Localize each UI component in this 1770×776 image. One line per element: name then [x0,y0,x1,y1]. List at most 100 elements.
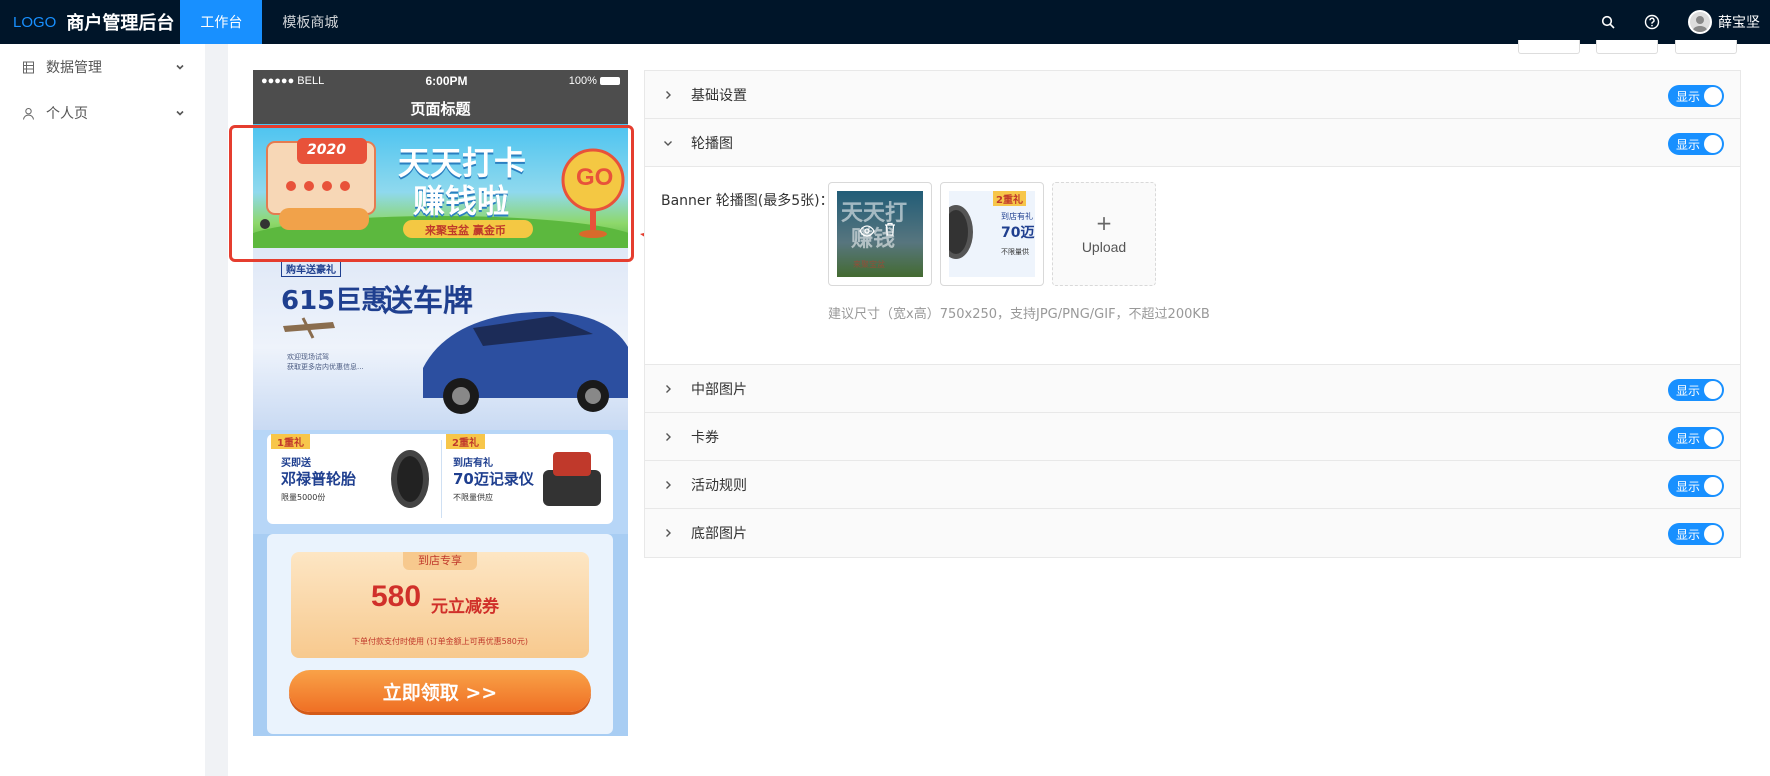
tire-icon [949,205,973,259]
section-title: 活动规则 [691,477,747,494]
show-toggle[interactable]: 显示 [1668,133,1724,155]
banner-highlight-frame [229,125,634,262]
logo: LOGO [13,13,57,31]
section-bottom-image[interactable]: 底部图片 显示 [645,509,1740,557]
sidebar-item-label: 个人页 [46,106,88,122]
toggle-label: 显示 [1676,383,1701,398]
section-middle-image[interactable]: 中部图片 显示 [645,365,1740,413]
thumb-badge: 2重礼 [993,191,1026,206]
toggle-label: 显示 [1676,89,1701,104]
tab-template-store[interactable]: 模板商城 [262,0,358,44]
coupon-tag: 到店专享 [403,552,477,570]
claim-coupon-button[interactable]: 立即领取 >> [289,670,591,712]
banner-field-label: Banner 轮播图(最多5张)： [661,193,834,209]
thumb-text: 不限量供 [1001,248,1029,256]
show-toggle[interactable]: 显示 [1668,85,1724,107]
car-banner-note2: 获取更多店内优惠信息... [287,363,364,371]
delete-icon[interactable] [884,221,896,240]
chevron-down-icon [661,138,675,148]
phone-page-title: 页面标题 [253,92,628,124]
car-banner-tag: 购车送豪礼 [281,260,341,277]
show-toggle[interactable]: 显示 [1668,523,1724,545]
table-icon [22,60,36,74]
chevron-right-icon [661,528,675,538]
toggle-knob [1704,87,1722,105]
gift-line1: 到店有礼 [453,458,493,469]
coupon-note: 下单付款支付时使用 (订单金额上可再优惠580元) [351,637,529,646]
chevron-down-icon [175,106,185,122]
search-icon[interactable] [1598,12,1618,32]
gift-section: 1重礼 买即送 邓禄普轮胎 限量5000份 2重礼 到店有礼 70迈记录仪 不限… [253,430,628,534]
app-title: 商户管理后台 [66,13,175,34]
username[interactable]: 薛宝坚 [1718,12,1760,32]
show-toggle[interactable]: 显示 [1668,475,1724,497]
carousel-settings-body: Banner 轮播图(最多5张)： 天天打 赚钱 来聚宝盆 2重礼 到店有礼 7… [645,167,1740,365]
toolbar-button[interactable] [1518,40,1580,54]
toolbar-button[interactable] [1675,40,1737,54]
tab-workbench-label: 工作台 [200,15,243,31]
section-title: 基础设置 [691,87,747,104]
sidebar-item-label: 数据管理 [46,60,102,76]
toggle-knob [1704,381,1722,399]
status-time: 6:00PM [425,74,468,88]
show-toggle[interactable]: 显示 [1668,427,1724,449]
chevron-right-icon [661,384,675,394]
show-toggle[interactable]: 显示 [1668,379,1724,401]
gift-badge: 2重礼 [446,434,485,449]
battery-icon [599,77,620,86]
banner-thumbnail[interactable]: 2重礼 到店有礼 70迈 不限量供 [940,182,1044,286]
car-banner-note1: 欢迎现场试驾 [287,353,329,361]
help-icon[interactable] [1642,12,1662,32]
upload-hint: 建议尺寸（宽x高）750x250，支持JPG/PNG/GIF，不超过200KB [828,307,1210,322]
gift-line1: 买即送 [281,458,311,469]
gift-line3: 限量5000份 [281,493,326,502]
toolbar-button[interactable] [1596,40,1658,54]
thumbnail-image: 天天打 赚钱 来聚宝盆 [837,191,923,277]
toggle-label: 显示 [1676,431,1701,446]
chevron-right-icon [661,90,675,100]
settings-panel: 基础设置 显示 轮播图 显示 Banner 轮播图(最多5张)： 天天打 赚钱 … [644,70,1741,558]
toggle-label: 显示 [1676,479,1701,494]
gift-line2: 邓禄普轮胎 [281,470,357,488]
thumb-text: 70迈 [1001,225,1035,241]
toggle-knob [1704,429,1722,447]
top-navbar: LOGO 商户管理后台 工作台 模板商城 薛宝坚 [0,0,1770,44]
section-coupon[interactable]: 卡券 显示 [645,413,1740,461]
sidebar-item-data-management[interactable]: 数据管理 [0,44,205,90]
section-title: 底部图片 [691,526,747,542]
toggle-knob [1704,477,1722,495]
section-title: 轮播图 [691,135,733,152]
thumb-text: 到店有礼 [1001,212,1033,221]
gift-line3: 不限量供应 [453,493,493,502]
avatar[interactable] [1688,10,1712,34]
carrier: ●●●●● BELL [261,75,325,87]
coupon-suffix: 元立减券 [431,597,499,617]
gift-badge: 1重礼 [271,434,310,449]
sidebar: 数据管理 个人页 [0,44,205,776]
coupon-section: 到店专享 580 元立减券 下单付款支付时使用 (订单金额上可再优惠580元) … [253,534,628,736]
chevron-right-icon [661,432,675,442]
gift-box-icon [553,452,591,476]
eye-icon[interactable] [859,222,875,241]
car-banner-headline-a: 615巨惠 [281,286,388,316]
tab-workbench[interactable]: 工作台 [180,0,263,44]
section-carousel[interactable]: 轮播图 显示 [645,119,1740,167]
toggle-label: 显示 [1676,527,1701,542]
sidebar-item-personal[interactable]: 个人页 [0,90,205,136]
chevron-down-icon [175,60,185,76]
phone-status-bar: ●●●●● BELL 6:00PM 100% [253,70,628,92]
upload-button[interactable]: + Upload [1052,182,1156,286]
toggle-knob [1704,135,1722,153]
battery-label: 100% [568,75,597,87]
toggle-knob [1704,525,1722,543]
section-title: 中部图片 [691,381,747,398]
section-basic-settings[interactable]: 基础设置 显示 [645,71,1740,119]
chevron-right-icon [661,480,675,490]
section-activity-rules[interactable]: 活动规则 显示 [645,461,1740,509]
gift-divider [441,440,442,518]
user-icon [22,106,36,120]
plus-icon: + [1095,211,1113,235]
tab-template-store-label: 模板商城 [282,15,339,31]
banner-thumbnail[interactable]: 天天打 赚钱 来聚宝盆 [828,182,932,286]
thumb-text: 来聚宝盆 [853,260,885,269]
